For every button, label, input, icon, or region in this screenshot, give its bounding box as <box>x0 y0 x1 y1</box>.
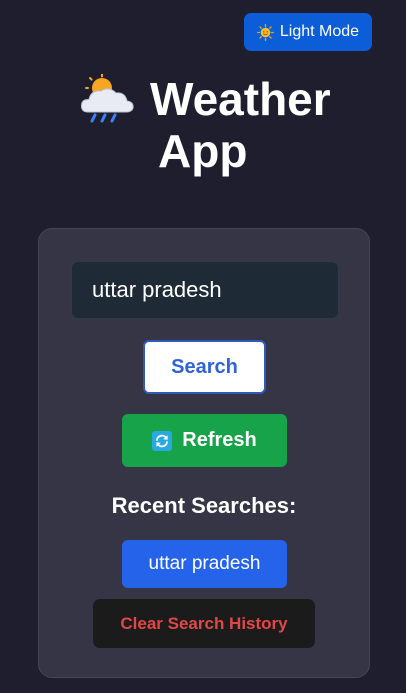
theme-toggle-button[interactable]: Light Mode <box>244 13 372 51</box>
search-button[interactable]: Search <box>143 340 266 394</box>
recent-search-item[interactable]: uttar pradesh <box>122 540 287 588</box>
app-title-line-2: App <box>158 125 248 177</box>
search-input[interactable] <box>71 261 339 319</box>
page-title: Weather App <box>0 73 406 184</box>
clear-search-history-button[interactable]: Clear Search History <box>93 599 315 648</box>
sun-face-icon <box>256 23 274 41</box>
recent-searches-heading: Recent Searches: <box>111 493 297 518</box>
app-title-line-1: Weather <box>150 73 331 125</box>
refresh-button[interactable]: Refresh <box>122 414 287 467</box>
refresh-button-label: Refresh <box>182 429 257 451</box>
theme-toggle-label: Light Mode <box>279 23 360 40</box>
search-card: Search Refresh Recent Searches: uttar pr… <box>38 228 370 678</box>
refresh-arrows-icon <box>152 430 173 451</box>
sun-behind-rain-cloud-icon <box>78 73 136 124</box>
